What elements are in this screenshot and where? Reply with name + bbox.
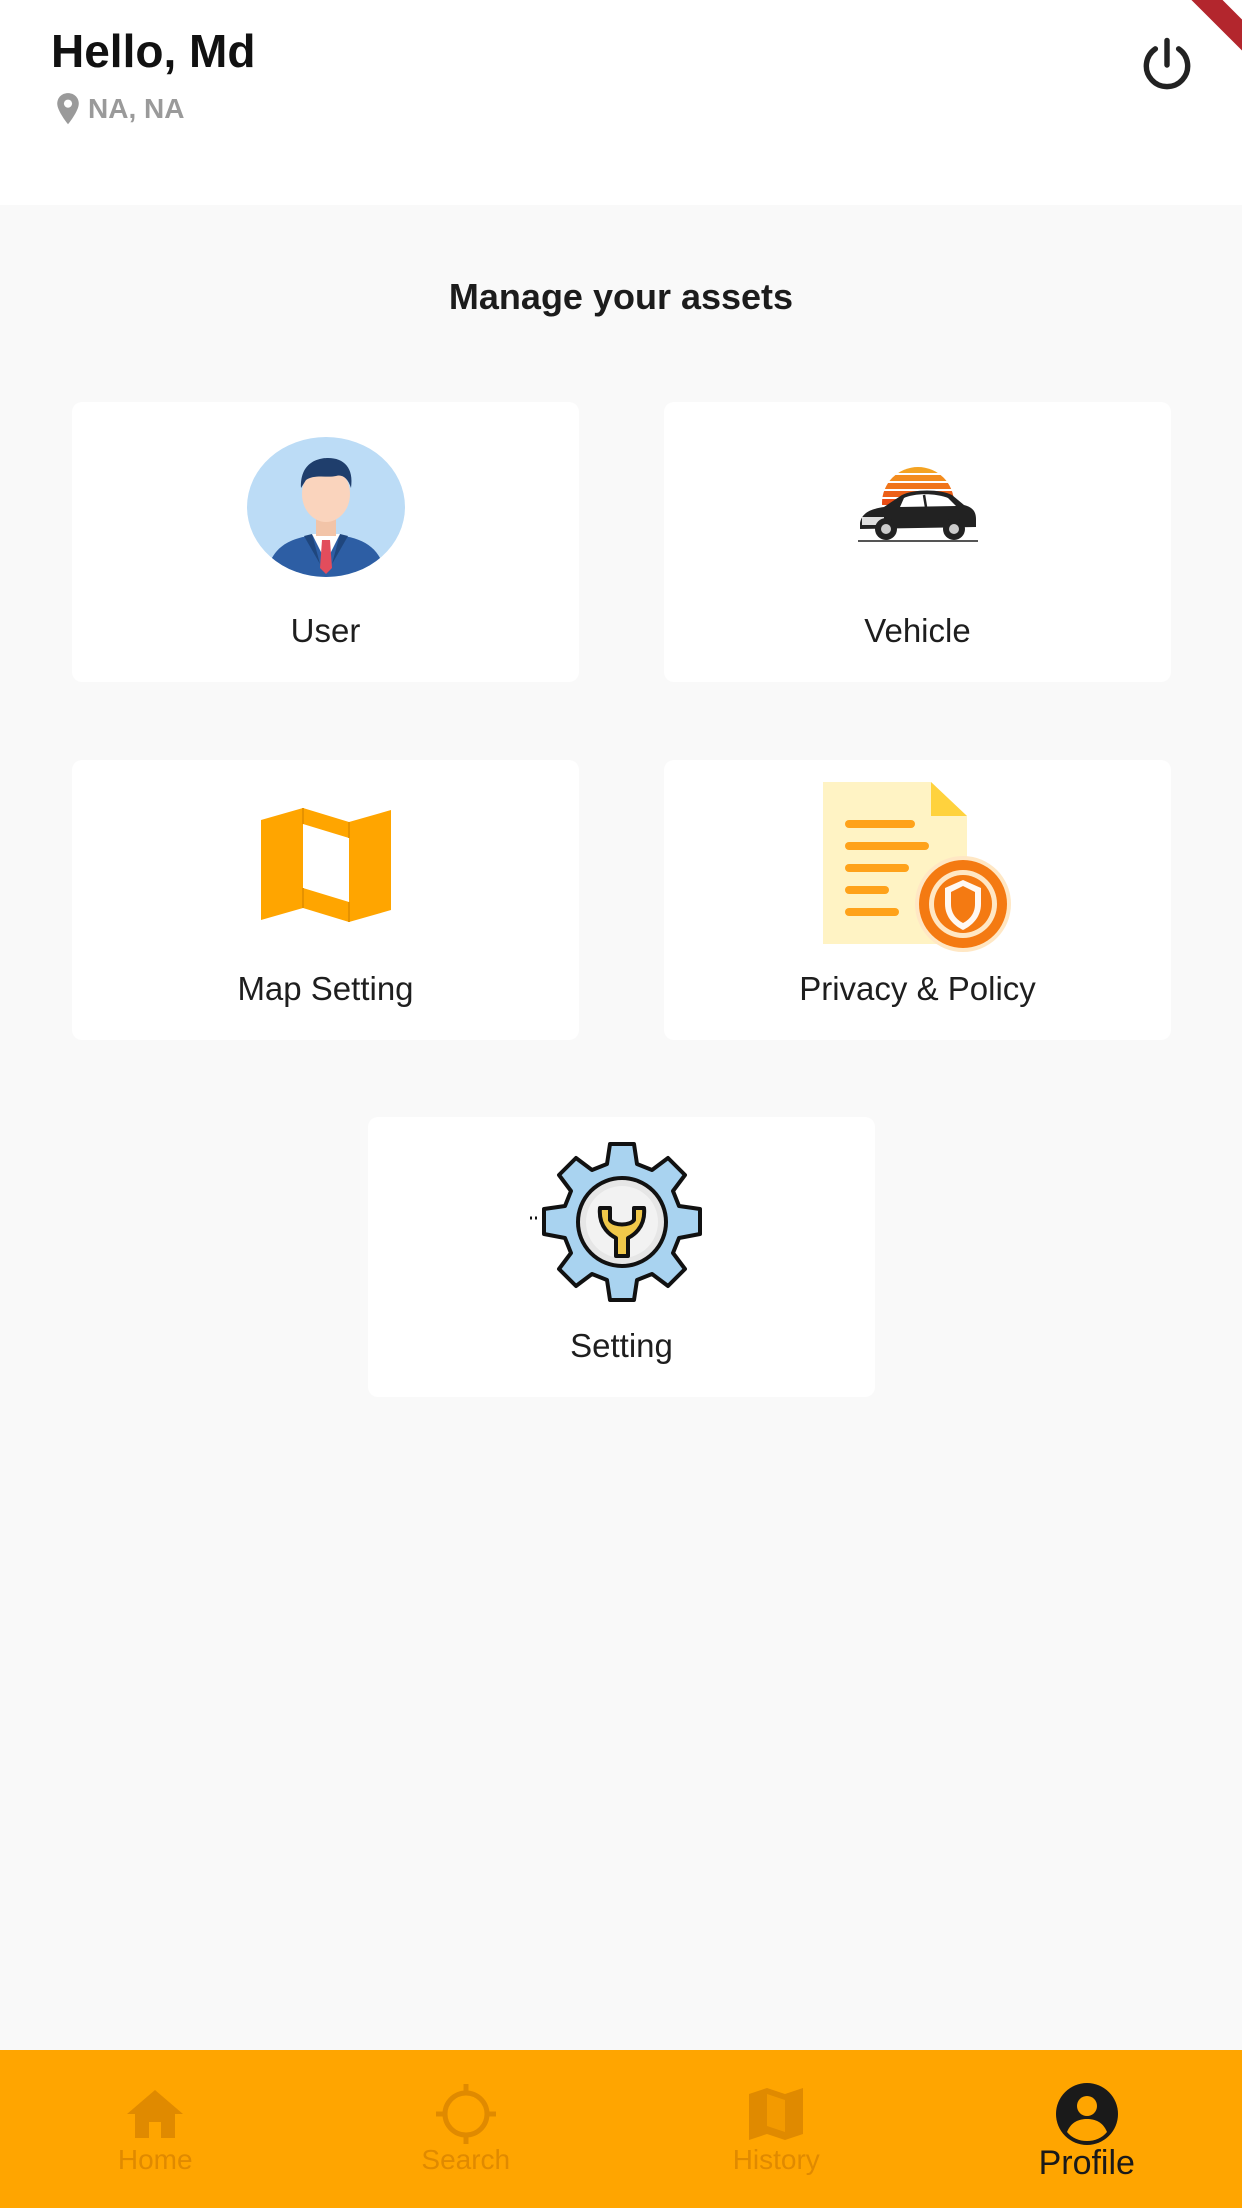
greeting-title: Hello, Md — [51, 25, 256, 77]
nav-item-profile[interactable]: Profile — [932, 2050, 1242, 2208]
debug-banner — [1182, 0, 1242, 60]
location-row: NA, NA — [54, 92, 184, 126]
privacy-policy-card-label: Privacy & Policy — [799, 970, 1036, 1007]
map-setting-card-label: Map Setting — [237, 970, 414, 1007]
map-setting-card[interactable]: Map Setting — [72, 760, 579, 1040]
privacy-policy-card[interactable]: Privacy & Policy — [664, 760, 1171, 1040]
nav-item-home[interactable]: Home — [0, 2050, 311, 2208]
map-icon — [260, 808, 391, 922]
screen: Hello, Md NA, NA Manage your assets User… — [0, 0, 1242, 2208]
privacy-document-icon — [822, 782, 1011, 952]
car-icon — [857, 467, 978, 542]
location-pin-icon — [57, 93, 79, 125]
bottom-navigation: Home Search History Profile — [0, 2050, 1242, 2208]
section-title: Manage your assets — [448, 276, 794, 317]
vehicle-card-label: Vehicle — [864, 612, 971, 649]
user-card-label: User — [290, 612, 361, 649]
home-icon — [127, 2090, 184, 2138]
location-text: NA, NA — [88, 93, 185, 124]
user-avatar-icon — [246, 437, 405, 577]
nav-search-label: Search — [421, 2144, 511, 2175]
nav-history-label: History — [732, 2144, 820, 2175]
nav-item-search[interactable]: Search — [311, 2050, 622, 2208]
setting-card[interactable]: Setting — [368, 1117, 875, 1397]
crosshair-icon — [435, 2084, 496, 2144]
vehicle-card[interactable]: Vehicle — [664, 402, 1171, 682]
account-circle-icon — [1055, 2083, 1118, 2145]
nav-home-label: Home — [117, 2144, 193, 2175]
header: Hello, Md NA, NA — [0, 0, 1242, 205]
user-card[interactable]: User — [72, 402, 579, 682]
map-icon — [749, 2088, 804, 2140]
setting-card-label: Setting — [570, 1327, 673, 1364]
nav-item-history[interactable]: History — [621, 2050, 932, 2208]
nav-profile-label: Profile — [1038, 2144, 1135, 2182]
gear-wrench-icon — [529, 1142, 702, 1302]
